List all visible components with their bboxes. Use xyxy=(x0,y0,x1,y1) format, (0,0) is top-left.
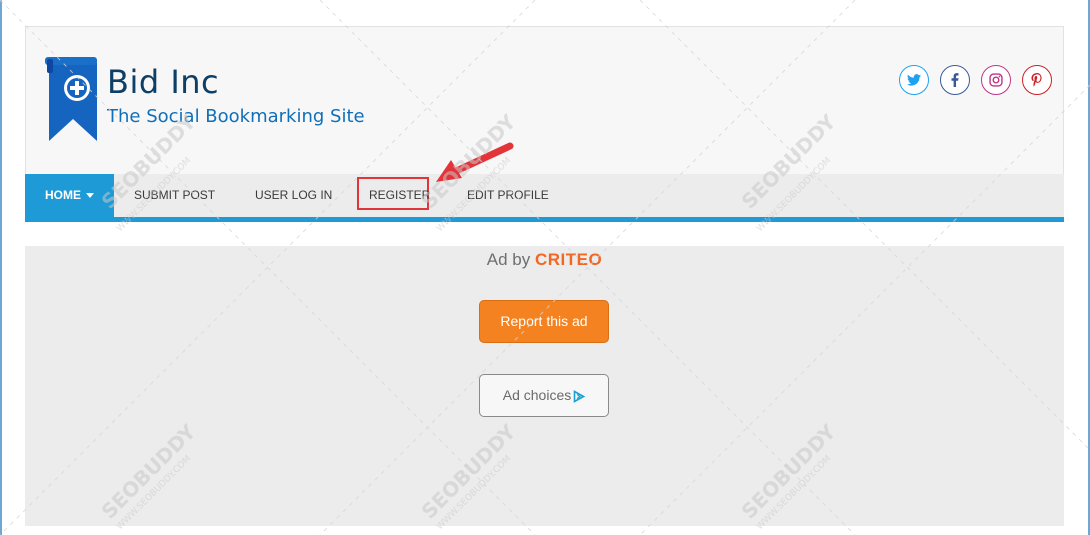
nav-submit-post[interactable]: SUBMIT POST xyxy=(134,174,215,217)
nav-home-label: HOME xyxy=(45,188,81,202)
ad-attribution: Ad by CRITEO xyxy=(25,250,1064,270)
caret-down-icon xyxy=(86,193,94,199)
instagram-icon[interactable] xyxy=(981,65,1011,95)
ad-container: Ad by CRITEO Report this ad Ad choices xyxy=(25,246,1064,526)
site-title: Bid Inc xyxy=(107,63,220,101)
site-logo[interactable]: Bid Inc The Social Bookmarking Site xyxy=(45,57,375,147)
twitter-icon[interactable] xyxy=(899,65,929,95)
ad-choices-icon xyxy=(573,389,586,403)
window-border-left xyxy=(0,0,2,535)
ad-choices-button[interactable]: Ad choices xyxy=(479,374,609,417)
ad-by-label: Ad by xyxy=(486,250,531,269)
report-ad-button[interactable]: Report this ad xyxy=(479,300,609,343)
bookmark-plus-icon xyxy=(45,57,97,141)
annotation-arrow-icon xyxy=(436,142,514,182)
nav-home[interactable]: HOME xyxy=(25,174,114,217)
social-links xyxy=(899,65,1052,95)
pinterest-icon[interactable] xyxy=(1022,65,1052,95)
criteo-logo[interactable]: CRITEO xyxy=(535,250,602,269)
facebook-icon[interactable] xyxy=(940,65,970,95)
main-nav: HOME SUBMIT POST USER LOG IN REGISTER ED… xyxy=(25,174,1064,222)
ad-choices-label: Ad choices xyxy=(502,387,572,403)
nav-user-login[interactable]: USER LOG IN xyxy=(255,174,332,217)
site-tagline: The Social Bookmarking Site xyxy=(107,106,365,127)
